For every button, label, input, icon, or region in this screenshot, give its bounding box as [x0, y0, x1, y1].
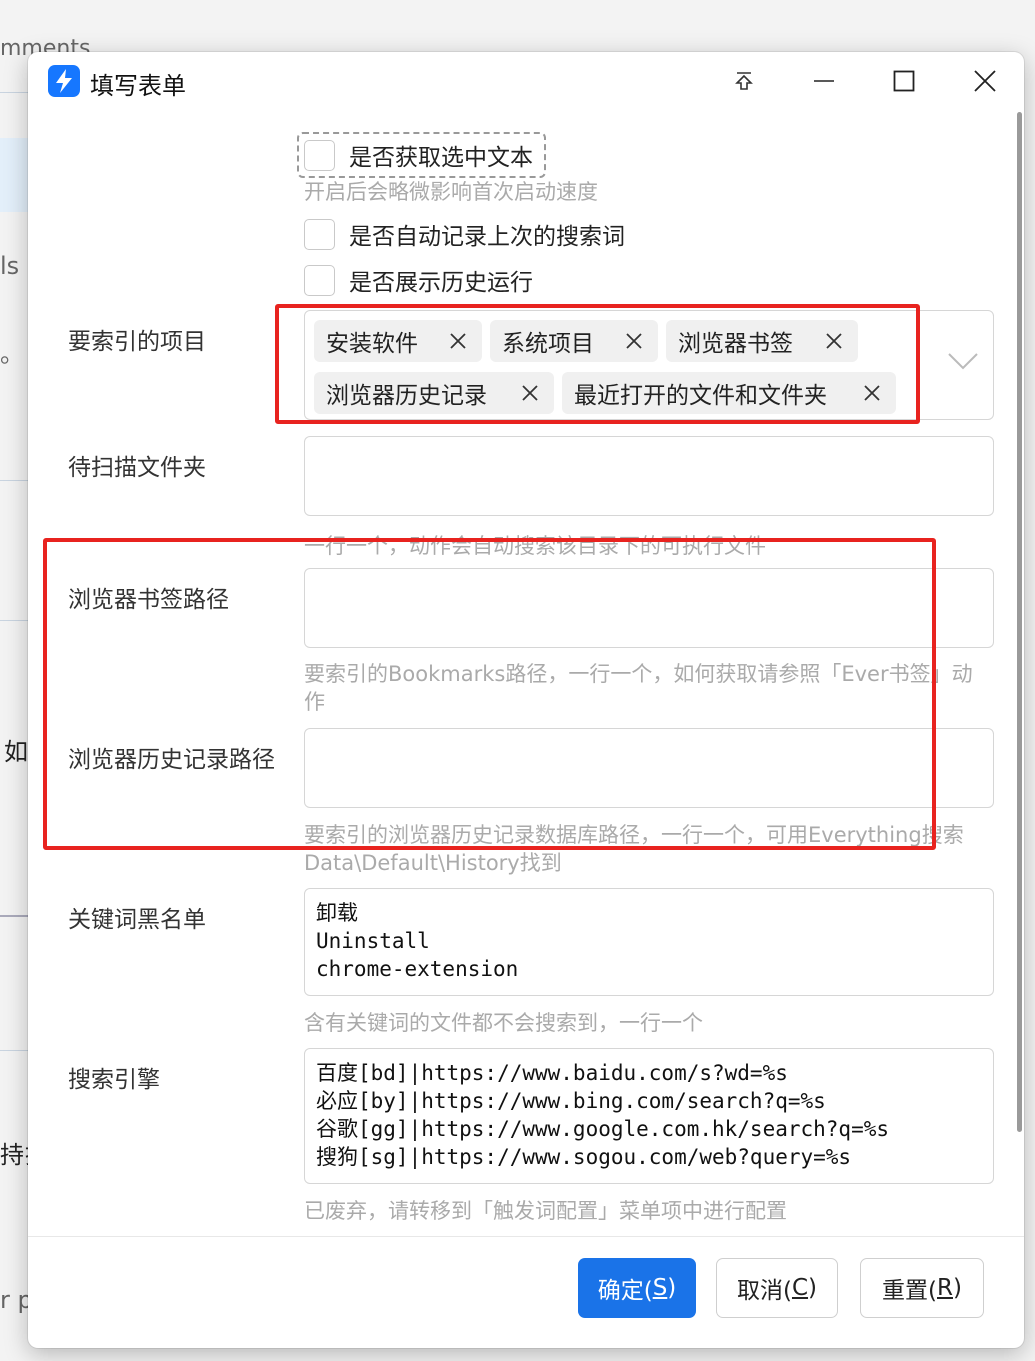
background-divider — [0, 92, 28, 93]
index-items-label: 要索引的项目 — [68, 329, 206, 355]
checkbox-get-selected-text[interactable]: 是否获取选中文本 — [304, 138, 533, 172]
form-dialog: 填写表单 是否获取选中文本 开启后会略微影响首次启动速度 是否自动记录上次的搜索… — [28, 52, 1024, 1348]
background-divider — [0, 620, 28, 621]
checkbox-box[interactable] — [304, 218, 335, 250]
button-label-end: ) — [808, 1275, 818, 1301]
checkbox-box[interactable] — [304, 139, 335, 171]
checkbox-remember-last-search[interactable]: 是否自动记录上次的搜索词 — [304, 217, 625, 251]
scan-folder-textarea[interactable] — [304, 436, 994, 516]
chevron-down-icon[interactable] — [947, 351, 979, 371]
button-label-end: ) — [667, 1275, 677, 1301]
pin-on-top-button[interactable] — [724, 63, 764, 99]
close-icon — [974, 70, 996, 92]
checkbox-label: 是否获取选中文本 — [349, 145, 533, 171]
button-hotkey: C — [791, 1275, 809, 1301]
background-text: 如 — [4, 738, 28, 766]
footer-divider — [28, 1236, 1024, 1237]
minimize-icon — [814, 80, 834, 82]
window-title: 填写表单 — [90, 72, 186, 100]
search-engine-hint: 已废弃，请转移到「触发词配置」菜单项中进行配置 — [304, 1199, 787, 1223]
button-label: 取消( — [736, 1278, 792, 1304]
reset-button[interactable]: 重置(R) — [860, 1258, 984, 1318]
background-highlight-band — [0, 138, 28, 212]
keyword-blacklist-textarea[interactable]: 卸载 Uninstall chrome-extension — [304, 888, 994, 996]
background-divider — [0, 915, 28, 917]
scrollbar[interactable] — [1017, 112, 1022, 1132]
search-engine-label: 搜索引擎 — [68, 1067, 160, 1093]
close-button[interactable] — [965, 63, 1005, 99]
checkbox-box[interactable] — [304, 264, 335, 296]
checkbox-hint: 开启后会略微影响首次启动速度 — [304, 180, 598, 204]
button-label: 确定( — [597, 1278, 653, 1304]
app-logo-icon — [48, 65, 80, 97]
minimize-button[interactable] — [804, 63, 844, 99]
button-label: 重置( — [882, 1278, 937, 1304]
maximize-button[interactable] — [884, 63, 924, 99]
keyword-blacklist-label: 关键词黑名单 — [68, 907, 206, 933]
button-label-end: ) — [952, 1275, 962, 1301]
ok-button[interactable]: 确定(S) — [578, 1258, 696, 1318]
history-path-hint: Data\Default\History找到 — [304, 851, 562, 875]
annotation-highlight-box — [275, 304, 920, 424]
checkbox-show-history-runs[interactable]: 是否展示历史运行 — [304, 263, 533, 297]
pin-icon — [735, 72, 753, 90]
button-hotkey: S — [652, 1275, 668, 1301]
search-engine-textarea[interactable]: 百度[bd]|https://www.baidu.com/s?wd=%s 必应[… — [304, 1048, 994, 1184]
background-divider — [0, 1050, 28, 1051]
background-divider — [0, 480, 28, 481]
maximize-icon — [893, 70, 915, 92]
button-hotkey: R — [937, 1275, 953, 1301]
background-text: ls — [0, 252, 20, 280]
scan-folder-label: 待扫描文件夹 — [68, 455, 206, 481]
title-bar[interactable]: 填写表单 — [28, 52, 1024, 110]
checkbox-label: 是否自动记录上次的搜索词 — [349, 224, 625, 250]
annotation-highlight-box — [43, 538, 936, 850]
cancel-button[interactable]: 取消(C) — [716, 1258, 838, 1318]
checkbox-label: 是否展示历史运行 — [349, 270, 533, 296]
background-text: 。 — [0, 340, 24, 368]
keyword-blacklist-hint: 含有关键词的文件都不会搜索到，一行一个 — [304, 1011, 703, 1035]
